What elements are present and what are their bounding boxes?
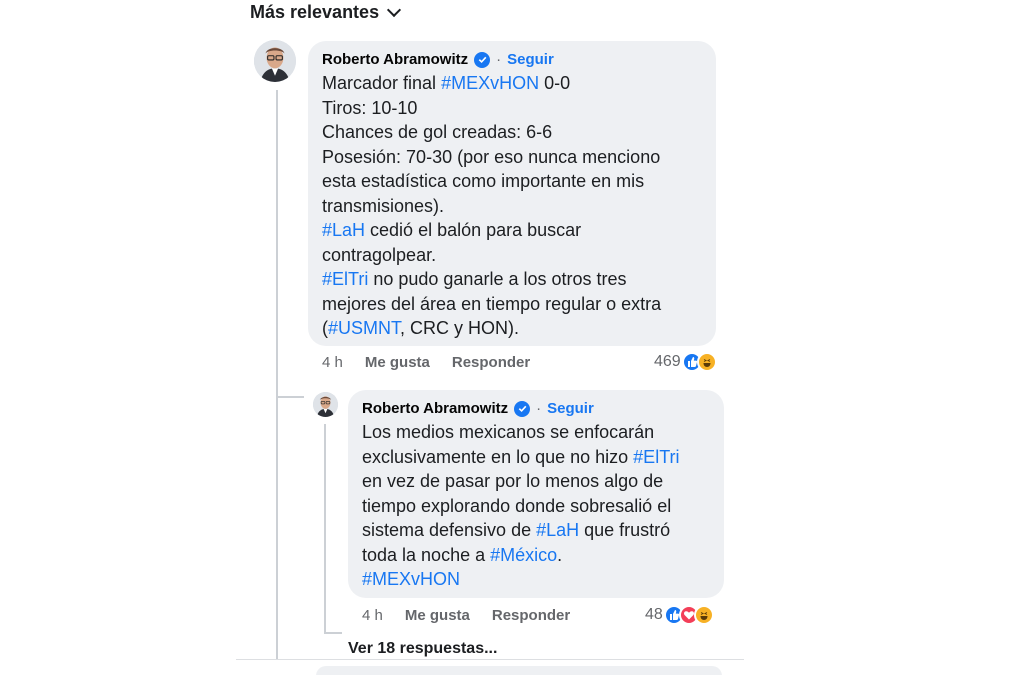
view-replies-link[interactable]: Ver 18 respuestas... [348, 640, 497, 658]
hashtag-link[interactable]: #MEXvHON [362, 569, 460, 589]
divider [236, 659, 744, 660]
text-segment: contragolpear. [322, 244, 437, 265]
text-segment: Tiros: 10-10 [322, 97, 418, 118]
thread-line-replies-branch [324, 632, 342, 634]
hashtag-link[interactable]: #México [490, 545, 557, 565]
text-line: transmisiones). [322, 194, 702, 219]
text-segment: en vez de pasar por lo menos algo de [362, 471, 664, 491]
author-name[interactable]: Roberto Abramowitz [362, 400, 508, 417]
thread-line-reply-branch [276, 396, 304, 398]
text-segment: tiempo explorando donde sobresalió el [362, 495, 672, 516]
comment-time[interactable]: 4 h [322, 354, 343, 371]
text-segment: 0-0 [539, 73, 571, 93]
follow-button[interactable]: Seguir [547, 400, 594, 417]
reply-button[interactable]: Responder [452, 354, 530, 371]
hashtag-link[interactable]: #LaH [536, 520, 579, 540]
like-button[interactable]: Me gusta [405, 607, 470, 624]
separator: · [536, 400, 542, 417]
text-line: exclusivamente en lo que no hizo #ElTri [362, 445, 710, 470]
reply-actions: 4 h Me gusta Responder [362, 607, 592, 624]
text-segment: Marcador final [322, 73, 442, 93]
text-line: contragolpear. [322, 243, 702, 268]
comment-bubble: Roberto Abramowitz · Seguir Marcador fin… [308, 41, 716, 346]
text-line: #LaH cedió el balón para buscar [322, 218, 702, 243]
text-line: Marcador final #MEXvHON 0-0 [322, 71, 702, 96]
text-segment: que frustró [579, 520, 671, 540]
sort-label: Más relevantes [250, 2, 380, 22]
avatar[interactable] [313, 392, 338, 417]
hashtag-link[interactable]: #LaH [322, 220, 365, 240]
reaction-count: 48 [645, 606, 663, 623]
text-segment: Los medios mexicanos se enfocarán [362, 422, 655, 442]
text-line: tiempo explorando donde sobresalió el [362, 494, 710, 519]
text-segment: transmisiones). [322, 195, 445, 216]
text-segment: Posesión: 70-30 (por eso nunca menciono [322, 146, 661, 167]
sort-dropdown[interactable]: Más relevantes [250, 2, 402, 23]
reply-time[interactable]: 4 h [362, 607, 383, 624]
hashtag-link[interactable]: #MEXvHON [441, 73, 539, 93]
avatar[interactable] [254, 40, 296, 82]
text-line: (#USMNT, CRC y HON). [322, 316, 702, 341]
text-segment: mejores del área en tiempo regular o ext… [322, 293, 662, 314]
thread-line-main [276, 90, 278, 660]
text-line: en vez de pasar por lo menos algo de [362, 469, 710, 494]
chevron-down-icon [387, 2, 402, 18]
hashtag-link[interactable]: #ElTri [633, 447, 679, 467]
text-segment: no pudo ganarle a los otros tres [368, 269, 627, 289]
text-line: #MEXvHON [362, 567, 710, 592]
haha-reaction-icon [693, 605, 714, 625]
author-name[interactable]: Roberto Abramowitz [322, 51, 468, 68]
reply-bubble: Roberto Abramowitz · Seguir Los medios m… [348, 390, 724, 598]
hashtag-link[interactable]: #ElTri [322, 269, 368, 289]
next-comment-bubble [316, 666, 722, 675]
text-segment: exclusivamente en lo que no hizo [362, 446, 634, 467]
text-segment: . [557, 544, 563, 565]
text-segment: sistema defensivo de [362, 520, 537, 540]
text-line: mejores del área en tiempo regular o ext… [322, 292, 702, 317]
text-line: Chances de gol creadas: 6-6 [322, 120, 702, 145]
haha-reaction-icon [696, 352, 717, 372]
author-row: Roberto Abramowitz · Seguir [322, 51, 702, 68]
text-line: Posesión: 70-30 (por eso nunca menciono [322, 145, 702, 170]
text-segment: toda la noche a [362, 544, 491, 565]
text-line: Los medios mexicanos se enfocarán [362, 420, 710, 445]
text-segment: esta estadística como importante en mis [322, 171, 645, 191]
separator: · [496, 51, 502, 68]
like-button[interactable]: Me gusta [365, 354, 430, 371]
follow-button[interactable]: Seguir [507, 51, 554, 68]
comment-actions: 4 h Me gusta Responder [322, 354, 552, 371]
thread-line-reply [324, 424, 326, 634]
text-segment: Chances de gol creadas: 6-6 [322, 122, 553, 142]
reaction-summary[interactable]: 48 [645, 605, 714, 625]
hashtag-link[interactable]: #USMNT [328, 318, 400, 338]
reply-text: Los medios mexicanos se enfocarán exclusi… [362, 420, 710, 592]
text-line: esta estadística como importante en mis [322, 169, 702, 194]
verified-badge-icon [474, 51, 491, 68]
verified-badge-icon [514, 400, 531, 417]
text-segment: , CRC y HON). [400, 318, 520, 338]
text-line: toda la noche a #México. [362, 543, 710, 568]
reply-button[interactable]: Responder [492, 607, 570, 624]
reaction-count: 469 [654, 353, 681, 370]
author-row: Roberto Abramowitz · Seguir [362, 400, 710, 417]
profile-photo [313, 392, 338, 417]
text-line: #ElTri no pudo ganarle a los otros tres [322, 267, 702, 292]
reaction-summary[interactable]: 469 [654, 352, 717, 372]
text-line: Tiros: 10-10 [322, 96, 702, 121]
comment-text: Marcador final #MEXvHON 0-0 Tiros: 10-10 C… [322, 71, 702, 341]
text-line: sistema defensivo de #LaH que frustró [362, 518, 710, 543]
text-segment: cedió el balón para buscar [365, 220, 582, 240]
profile-photo [254, 40, 296, 82]
